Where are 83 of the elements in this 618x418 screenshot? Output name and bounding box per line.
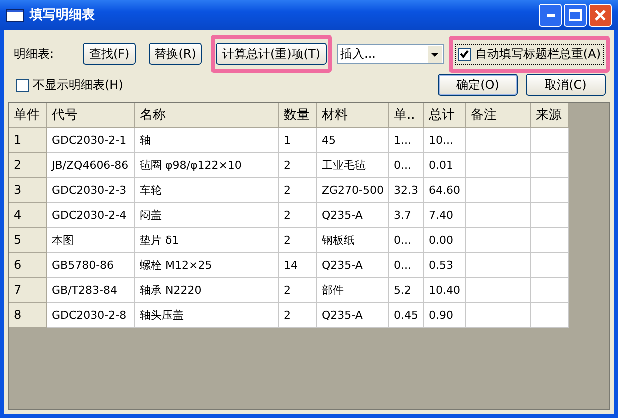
table-cell: 0...: [389, 253, 424, 278]
table-cell: JB/ZQ4606-86: [47, 153, 135, 178]
table-cell: 2: [279, 228, 317, 253]
column-header[interactable]: 材料: [317, 103, 389, 128]
table-cell: GB5780-86: [47, 253, 135, 278]
table-cell: 毡圈 φ98/φ122×10: [135, 153, 279, 178]
column-header[interactable]: 总计: [424, 103, 466, 128]
table-cell: 45: [317, 128, 389, 153]
table-cell: 钢板纸: [317, 228, 389, 253]
window-title: 填写明细表: [30, 7, 96, 24]
minimize-button[interactable]: [539, 4, 562, 26]
close-button[interactable]: [589, 4, 612, 26]
table-cell: 螺栓 M12×25: [135, 253, 279, 278]
table-cell: 轴: [135, 128, 279, 153]
table-cell: 车轮: [135, 178, 279, 203]
row-header: 6: [9, 253, 47, 278]
table-cell: GB/T283-84: [47, 278, 135, 303]
table-cell: 0.45: [389, 303, 424, 328]
table-cell: 1: [279, 128, 317, 153]
table-cell: 32.3: [389, 178, 424, 203]
row-header: 5: [9, 228, 47, 253]
row-header: 4: [9, 203, 47, 228]
table-cell: 0.01: [424, 153, 466, 178]
table-cell: 0.53: [424, 253, 466, 278]
column-header[interactable]: 名称: [135, 103, 279, 128]
column-header[interactable]: 单件: [9, 103, 47, 128]
column-header[interactable]: 来源: [531, 103, 569, 128]
table-cell: 轴头压盖: [135, 303, 279, 328]
table-cell: Q235-A: [317, 303, 389, 328]
table-cell: 2: [279, 203, 317, 228]
table-cell: 3.7: [389, 203, 424, 228]
minimize-icon: [546, 14, 554, 16]
row-header: 7: [9, 278, 47, 303]
column-header[interactable]: 备注: [466, 103, 531, 128]
column-header[interactable]: 单..: [389, 103, 424, 128]
row-header: 2: [9, 153, 47, 178]
table-cell: Q235-A: [317, 203, 389, 228]
table-cell: 0...: [389, 153, 424, 178]
ok-button[interactable]: 确定(O): [438, 74, 518, 96]
detail-table-label: 明细表:: [14, 46, 56, 62]
table-cell: GDC2030-2-8: [47, 303, 135, 328]
close-icon: [595, 10, 606, 20]
toolbar-button[interactable]: 查找(F): [83, 43, 136, 65]
row-header: 3: [9, 178, 47, 203]
hide-table-checkbox[interactable]: 不显示明细表(H): [16, 76, 124, 94]
table-cell: 14: [279, 253, 317, 278]
table-cell: 2: [279, 303, 317, 328]
table-cell: 10...: [424, 128, 466, 153]
table-cell: 2: [279, 178, 317, 203]
table-cell: 闷盖: [135, 203, 279, 228]
table-cell: GDC2030-2-1: [47, 128, 135, 153]
cancel-button[interactable]: 取消(C): [526, 74, 606, 96]
table-cell: 2: [279, 278, 317, 303]
table-cell: 0.00: [424, 228, 466, 253]
table-cell: 垫片 δ1: [135, 228, 279, 253]
toolbar-button[interactable]: 替换(R): [148, 43, 202, 65]
table-cell: 工业毛毡: [317, 153, 389, 178]
table-cell: 7.40: [424, 203, 466, 228]
row-header: 1: [9, 128, 47, 153]
maximize-icon: [569, 9, 582, 21]
table-cell: 轴承 N2220: [135, 278, 279, 303]
table-cell: GDC2030-2-4: [47, 203, 135, 228]
table-cell: 10.40: [424, 278, 466, 303]
table-cell: 64.60: [424, 178, 466, 203]
window-icon: [6, 8, 24, 22]
table-cell: 2: [279, 153, 317, 178]
maximize-button[interactable]: [564, 4, 587, 26]
checkmark-icon: [459, 48, 470, 60]
table-cell: Q235-A: [317, 253, 389, 278]
table-cell: GDC2030-2-3: [47, 178, 135, 203]
table-cell: 5.2: [389, 278, 424, 303]
auto-fill-checkbox[interactable]: 自动填写标题栏总重(A): [455, 44, 604, 64]
column-header[interactable]: 代号: [47, 103, 135, 128]
toolbar-button[interactable]: 计算总计(重)项(T): [216, 43, 326, 65]
table-cell: 0.90: [424, 303, 466, 328]
table-cell: 0...: [389, 228, 424, 253]
table-cell: 部件: [317, 278, 389, 303]
insert-dropdown[interactable]: 插入...: [336, 44, 444, 64]
row-header: 8: [9, 303, 47, 328]
table-cell: ZG270-500: [317, 178, 389, 203]
column-header[interactable]: 数量: [279, 103, 317, 128]
table-cell: 本图: [47, 228, 135, 253]
table-cell: 1...: [389, 128, 424, 153]
